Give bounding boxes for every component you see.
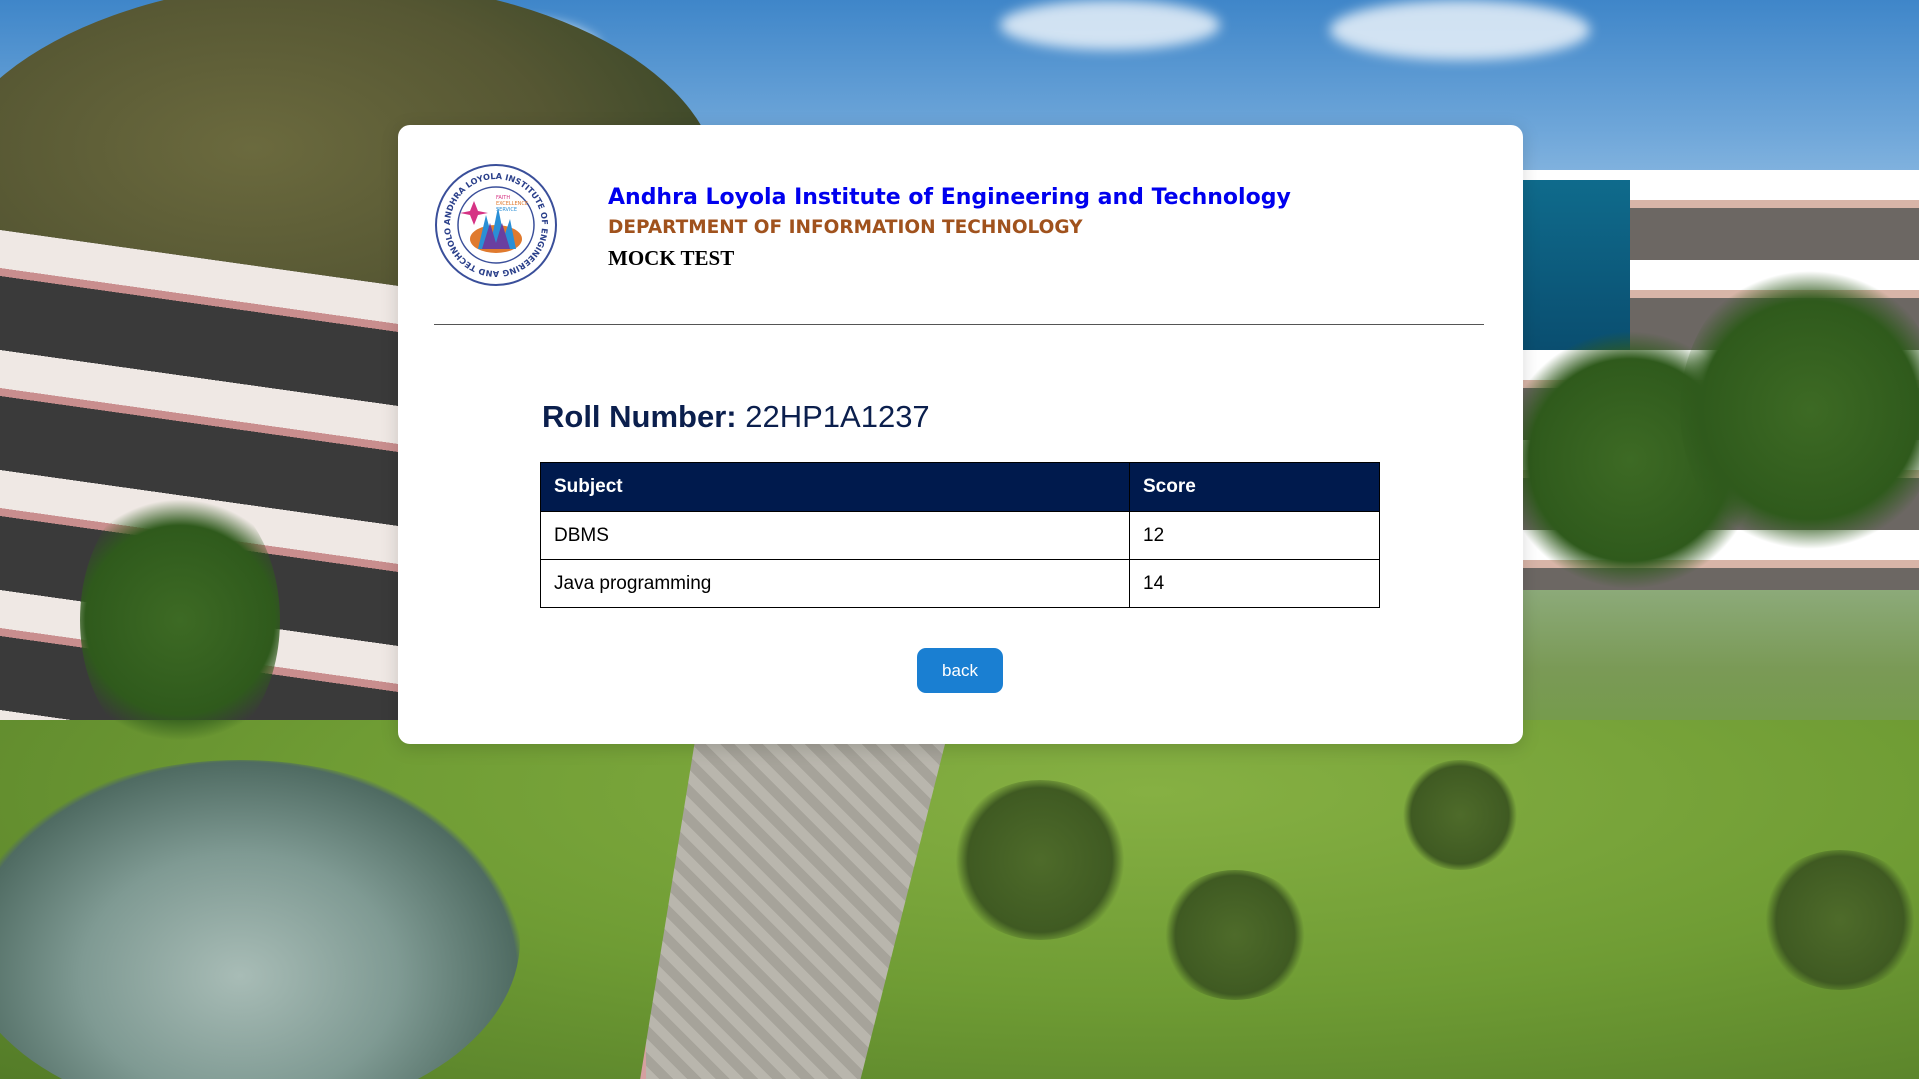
shrub (1160, 870, 1310, 1000)
shrub (950, 780, 1130, 940)
header-divider (434, 324, 1484, 325)
cloud (1000, 0, 1220, 50)
roll-number-value: 22HP1A1237 (745, 399, 930, 434)
score-cell: 12 (1129, 511, 1380, 560)
column-header-score: Score (1129, 462, 1380, 512)
cloud (1330, 0, 1590, 60)
roll-number-label: Roll Number: (542, 399, 737, 434)
header-titles: Andhra Loyola Institute of Engineering a… (608, 183, 1291, 273)
score-cell: 14 (1129, 559, 1380, 608)
logo-motto-service: SERVICE (496, 207, 517, 213)
shrub (1400, 760, 1520, 870)
page-header: ANDHRA LOYOLA INSTITUTE OF ENGINEERING A… (434, 163, 1484, 293)
table-row: Java programming 14 (540, 559, 1380, 608)
column-header-subject: Subject (540, 462, 1130, 512)
subject-cell: Java programming (540, 559, 1130, 608)
department-name: DEPARTMENT OF INFORMATION TECHNOLOGY (608, 217, 1083, 238)
glass-facade (1520, 180, 1630, 350)
table-header-row: Subject Score (540, 462, 1380, 512)
subject-cell: DBMS (540, 511, 1130, 560)
tree (80, 480, 280, 760)
roll-number-heading: Roll Number: 22HP1A1237 (542, 397, 930, 437)
result-card: ANDHRA LOYOLA INSTITUTE OF ENGINEERING A… (398, 125, 1523, 744)
college-logo: ANDHRA LOYOLA INSTITUTE OF ENGINEERING A… (434, 163, 557, 286)
back-button[interactable]: back (917, 648, 1003, 693)
shrub (1760, 850, 1919, 990)
test-title: MOCK TEST (608, 246, 735, 270)
table-row: DBMS 12 (540, 511, 1380, 560)
score-table: Subject Score DBMS 12 Java programming 1… (540, 462, 1380, 608)
college-name: Andhra Loyola Institute of Engineering a… (608, 185, 1291, 210)
